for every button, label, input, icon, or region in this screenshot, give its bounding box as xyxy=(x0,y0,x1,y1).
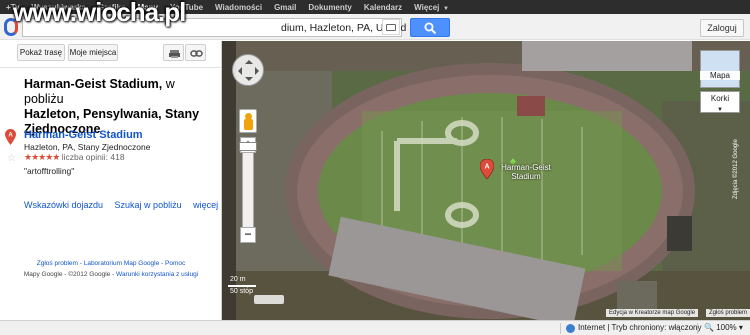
topbar-item-images[interactable]: Grafika xyxy=(92,3,132,12)
status-separator xyxy=(560,323,561,334)
place-name-link[interactable]: Harman-Geist Stadium xyxy=(24,129,143,141)
google-logo-icon xyxy=(4,18,18,36)
rating-count-link[interactable]: liczba opinii: 418 xyxy=(62,152,125,162)
topbar-item-plus[interactable]: +Ty xyxy=(0,3,25,12)
copyright-text: Mapy Google - ©2012 Google - xyxy=(23,271,117,278)
map-type-label: Mapa xyxy=(700,71,740,80)
more-label: więcej xyxy=(193,200,219,210)
globe-icon xyxy=(566,324,575,333)
my-places-button[interactable]: Moje miejsca xyxy=(68,44,118,61)
search-input[interactable]: dium, Hazleton, PA, United States xyxy=(22,18,439,37)
topbar-item-calendar[interactable]: Kalendarz xyxy=(358,3,408,12)
directions-link[interactable]: Wskazówki dojazdu xyxy=(24,200,103,210)
topbar-more-label: Więcej xyxy=(414,2,440,12)
topbar-item-news[interactable]: Wiadomości xyxy=(209,3,268,12)
topbar-item-search[interactable]: Wyszukiwarka xyxy=(25,3,92,12)
place-address: Hazleton, PA, Stany Zjednoczone xyxy=(24,142,151,152)
left-panel: Pokaż trasę Moje miejsca Harman-Geist St… xyxy=(0,41,235,320)
search-icon xyxy=(424,22,437,35)
map-canvas[interactable]: + − 20 m 50 stóp Mapa Korki ▼ A ♣ Harman… xyxy=(222,41,750,320)
search-row: dium, Hazleton, PA, United States Zalogu… xyxy=(0,14,750,40)
search-nearby-link[interactable]: Szukaj w pobliżu xyxy=(115,200,182,210)
link-icon[interactable] xyxy=(185,44,206,61)
topbar-item-youtube[interactable]: YouTube xyxy=(164,3,209,12)
chevron-down-icon: ▼ xyxy=(717,107,723,113)
svg-text:A: A xyxy=(484,164,489,171)
imagery-credit: Zdjęcia ©2012 Google xyxy=(733,139,739,199)
status-separator xyxy=(697,323,698,334)
topbar-item-more[interactable]: Więcej ▼ xyxy=(408,3,455,12)
keyboard-icon[interactable] xyxy=(382,19,400,35)
traffic-label: Korki xyxy=(710,94,730,103)
browser-status-bar: Internet | Tryb chroniony: włączony 🔍 10… xyxy=(0,320,750,335)
scale-imperial: 50 stóp xyxy=(230,288,253,295)
place-actions: Wskazówki dojazdu Szukaj w pobliżu więce… xyxy=(24,200,253,210)
zoom-level[interactable]: 🔍 100% ▾ xyxy=(704,323,743,332)
print-icon[interactable] xyxy=(163,44,184,61)
google-top-bar: +Ty Wyszukiwarka Grafika Mapy YouTube Wi… xyxy=(0,0,750,14)
headline-name: Harman-Geist Stadium, xyxy=(24,77,163,91)
svg-text:A: A xyxy=(8,133,13,139)
google-map-logo xyxy=(254,295,284,304)
zoom-handle[interactable] xyxy=(239,142,257,151)
panel-divider xyxy=(0,67,221,68)
topbar-item-maps[interactable]: Mapy xyxy=(132,3,164,12)
page-title: Harman-Geist Stadium, w pobliżu Hazleton… xyxy=(24,77,216,137)
zoom-out-icon[interactable]: − xyxy=(240,227,256,243)
chevron-down-icon: ▼ xyxy=(441,5,449,12)
pegman-icon[interactable] xyxy=(239,109,257,133)
scale-metric: 20 m xyxy=(230,276,246,283)
marker-label: Harman-Geist Stadium xyxy=(501,163,551,181)
footer-links[interactable]: Zgłoś problem - Laboratorium Map Google … xyxy=(0,260,222,267)
aerial-stadium-image xyxy=(222,41,750,320)
traffic-toggle[interactable]: Korki ▼ xyxy=(700,91,740,113)
review-quote: "artofftrolling" xyxy=(24,166,75,176)
rating: ★★★★★ liczba opinii: 418 xyxy=(24,152,125,163)
pin-icon: A xyxy=(5,129,16,145)
zoom-value: 100% xyxy=(716,323,737,332)
topbar-item-gmail[interactable]: Gmail xyxy=(268,3,302,12)
map-marker-icon[interactable]: A xyxy=(480,159,494,179)
pan-control-icon[interactable] xyxy=(232,54,264,86)
edit-in-map-maker-link[interactable]: Edycja w Kreatorze map Google xyxy=(606,309,699,317)
topbar-item-docs[interactable]: Dokumenty xyxy=(302,3,358,12)
star-icon[interactable]: ☆ xyxy=(7,153,16,164)
signin-button[interactable]: Zaloguj xyxy=(700,19,744,37)
map-type-toggle[interactable] xyxy=(700,50,740,88)
security-zone[interactable]: Internet | Tryb chroniony: włączony xyxy=(578,323,701,332)
report-problem-link[interactable]: Zgłoś problem xyxy=(706,309,750,317)
rating-stars: ★★★★★ xyxy=(24,152,60,162)
search-button[interactable] xyxy=(410,18,450,37)
terms-link[interactable]: Warunki korzystania z usługi xyxy=(116,271,198,278)
footer-copyright: Mapy Google - ©2012 Google - Warunki kor… xyxy=(0,271,222,278)
scale-bar xyxy=(228,285,256,287)
route-button[interactable]: Pokaż trasę xyxy=(17,44,65,61)
